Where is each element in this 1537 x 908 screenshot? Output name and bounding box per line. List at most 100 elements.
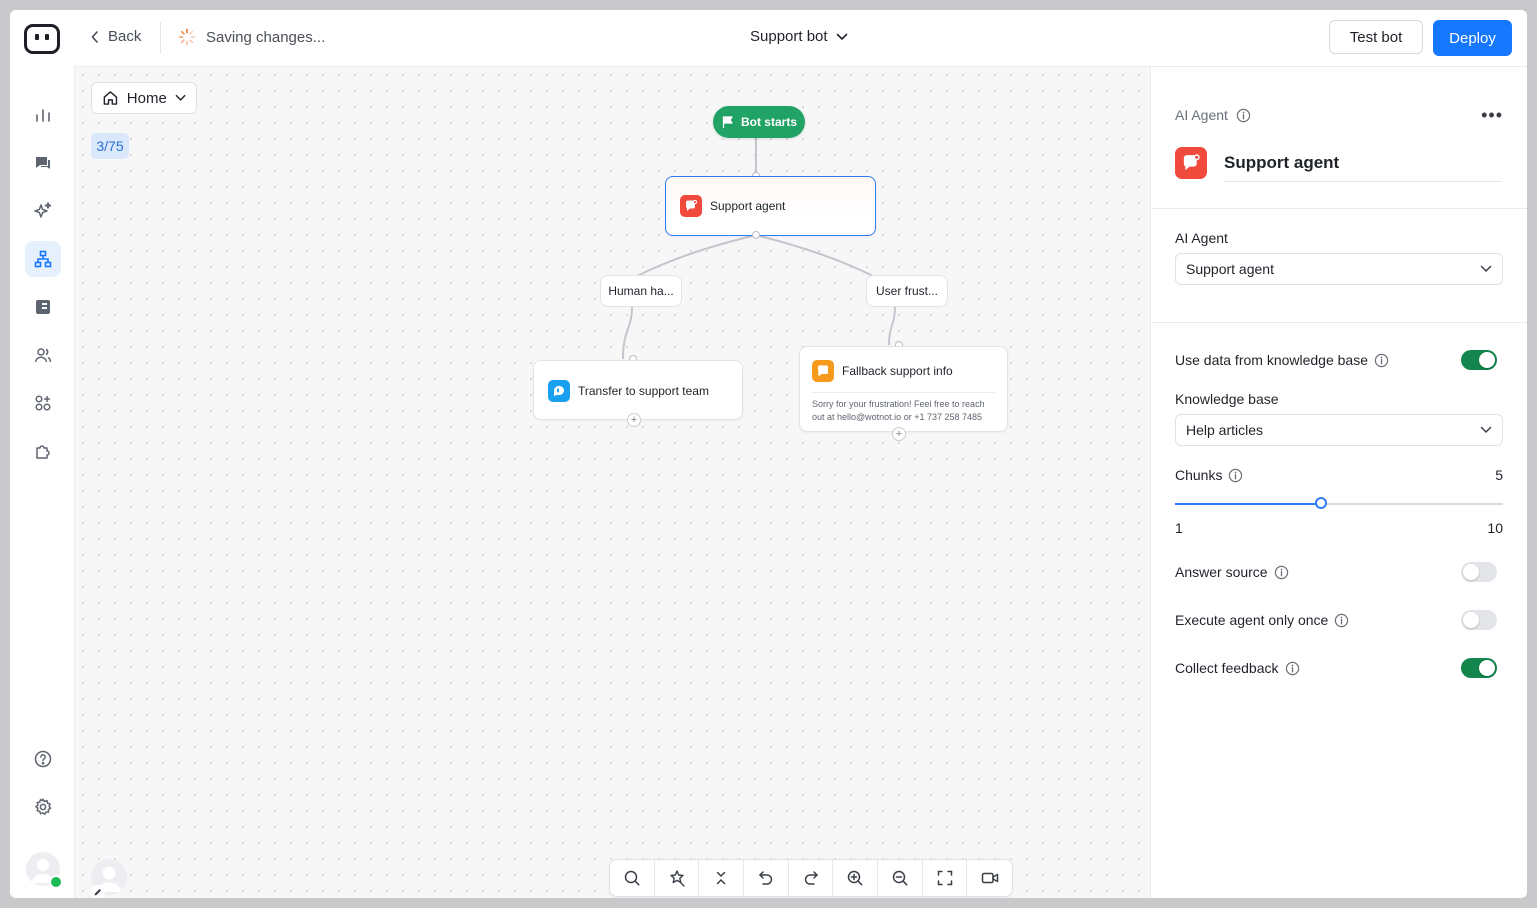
- transfer-node[interactable]: Transfer to support team: [533, 360, 743, 420]
- connection-port[interactable]: [752, 231, 760, 239]
- help-icon[interactable]: [25, 741, 61, 777]
- branch-label-user-frustrated[interactable]: User frust...: [866, 275, 948, 307]
- start-label: Bot starts: [740, 115, 797, 129]
- save-status: Saving changes...: [178, 28, 325, 46]
- use-kb-toggle[interactable]: [1461, 350, 1497, 370]
- agent-select-section: AI Agent Support agent: [1151, 209, 1527, 323]
- collect-feedback-row: Collect feedback: [1175, 658, 1497, 678]
- properties-panel: AI Agent ••• Support agent AI Agent Supp…: [1150, 67, 1527, 898]
- test-bot-button[interactable]: Test bot: [1329, 20, 1423, 54]
- branch-label-human-handoff[interactable]: Human ha...: [600, 275, 682, 307]
- settings-icon[interactable]: [25, 789, 61, 825]
- bot-selector[interactable]: Support bot: [750, 28, 848, 45]
- answer-source-label: Answer source: [1175, 564, 1268, 580]
- chevron-down-icon: [1480, 426, 1492, 434]
- home-dropdown[interactable]: Home: [91, 82, 197, 114]
- agent-select[interactable]: Support agent: [1175, 253, 1503, 285]
- node-title: Transfer to support team: [578, 384, 709, 398]
- back-button[interactable]: Back: [90, 28, 141, 45]
- info-icon[interactable]: [1228, 468, 1243, 483]
- answer-source-toggle[interactable]: [1461, 562, 1497, 582]
- auto-layout-icon[interactable]: [655, 860, 700, 896]
- redo-icon[interactable]: [789, 860, 834, 896]
- plugins-icon[interactable]: [25, 433, 61, 469]
- collapse-icon[interactable]: [699, 860, 745, 896]
- edit-pencil-icon: [91, 885, 105, 898]
- chevron-down-icon: [836, 33, 847, 40]
- slider-thumb[interactable]: [1314, 497, 1327, 509]
- deploy-button[interactable]: Deploy: [1433, 20, 1512, 56]
- chunks-slider[interactable]: [1175, 497, 1503, 509]
- chunks-min: 1: [1175, 520, 1183, 536]
- agent-select-value: Support agent: [1186, 261, 1274, 277]
- kb-select[interactable]: Help articles: [1175, 414, 1503, 446]
- chunks-value: 5: [1495, 467, 1503, 483]
- fallback-node[interactable]: Fallback support info Sorry for your fru…: [799, 346, 1008, 432]
- chunks-row: Chunks 5: [1175, 467, 1503, 483]
- zoom-out-icon[interactable]: [878, 860, 923, 896]
- home-icon: [103, 91, 118, 105]
- slider-fill: [1175, 503, 1321, 505]
- back-label: Back: [108, 28, 142, 45]
- agent-title[interactable]: Support agent: [1224, 153, 1502, 182]
- analytics-icon[interactable]: [25, 97, 61, 133]
- conversations-icon[interactable]: [25, 145, 61, 181]
- undo-icon[interactable]: [744, 860, 789, 896]
- kb-select-value: Help articles: [1186, 422, 1264, 438]
- record-video-icon[interactable]: [967, 860, 1012, 896]
- spinner-icon: [178, 28, 196, 46]
- bot-starts-node[interactable]: Bot starts: [713, 106, 805, 138]
- app-logo[interactable]: [24, 24, 60, 54]
- panel-header: AI Agent ••• Support agent: [1151, 67, 1527, 209]
- chunks-range: 1 10: [1175, 520, 1503, 536]
- support-agent-node[interactable]: Support agent: [665, 176, 876, 236]
- chevron-down-icon: [175, 94, 186, 101]
- chunks-label: Chunks: [1175, 467, 1223, 483]
- search-icon[interactable]: [610, 860, 655, 896]
- canvas-toolbar: [609, 859, 1013, 897]
- execute-once-row: Execute agent only once: [1175, 610, 1497, 630]
- agent-field-label: AI Agent: [1175, 230, 1228, 246]
- info-icon[interactable]: [1236, 108, 1251, 123]
- contacts-icon[interactable]: [25, 337, 61, 373]
- info-icon[interactable]: [1274, 565, 1289, 580]
- add-step-button[interactable]: +: [627, 413, 641, 427]
- ai-sparkle-icon[interactable]: [25, 193, 61, 229]
- sidebar: [10, 10, 75, 898]
- status-text: Saving changes...: [206, 28, 326, 46]
- bot-name: Support bot: [750, 28, 828, 45]
- use-kb-label: Use data from knowledge base: [1175, 352, 1368, 368]
- app-window: Back Saving changes... Support bot Test …: [10, 10, 1527, 898]
- add-step-button[interactable]: +: [892, 427, 906, 441]
- node-title: Fallback support info: [842, 364, 953, 378]
- flow-edges: [622, 137, 896, 360]
- execute-once-label: Execute agent only once: [1175, 612, 1329, 628]
- panel-header-label: AI Agent: [1175, 107, 1228, 123]
- home-label: Home: [126, 89, 167, 107]
- chevron-down-icon: [1480, 265, 1492, 273]
- execute-once-toggle[interactable]: [1461, 610, 1497, 630]
- collect-feedback-label: Collect feedback: [1175, 660, 1279, 676]
- top-bar: Back Saving changes... Support bot Test …: [74, 10, 1527, 67]
- flag-icon: [722, 116, 733, 128]
- answer-source-row: Answer source: [1175, 562, 1497, 582]
- node-title: Support agent: [710, 199, 786, 213]
- chunks-max: 10: [1487, 520, 1503, 536]
- collect-feedback-toggle[interactable]: [1461, 658, 1497, 678]
- integrations-icon[interactable]: [25, 385, 61, 421]
- info-icon[interactable]: [1334, 613, 1349, 628]
- flow-canvas[interactable]: Home 3/75 Bot starts Support agent Human…: [75, 67, 1150, 898]
- flow-builder-icon[interactable]: [25, 241, 61, 277]
- knowledge-icon[interactable]: [25, 289, 61, 325]
- zoom-in-icon[interactable]: [833, 860, 879, 896]
- transfer-chat-icon: [548, 380, 570, 402]
- info-icon[interactable]: [1285, 661, 1300, 676]
- fallback-message: Sorry for your frustration! Feel free to…: [812, 392, 995, 424]
- info-icon[interactable]: [1374, 353, 1389, 368]
- fit-view-icon[interactable]: [923, 860, 968, 896]
- use-kb-row: Use data from knowledge base: [1175, 350, 1497, 370]
- more-options-icon[interactable]: •••: [1481, 105, 1503, 126]
- message-icon: [812, 360, 834, 382]
- node-counter-badge: 3/75: [91, 133, 129, 159]
- ai-agent-icon: [680, 195, 702, 217]
